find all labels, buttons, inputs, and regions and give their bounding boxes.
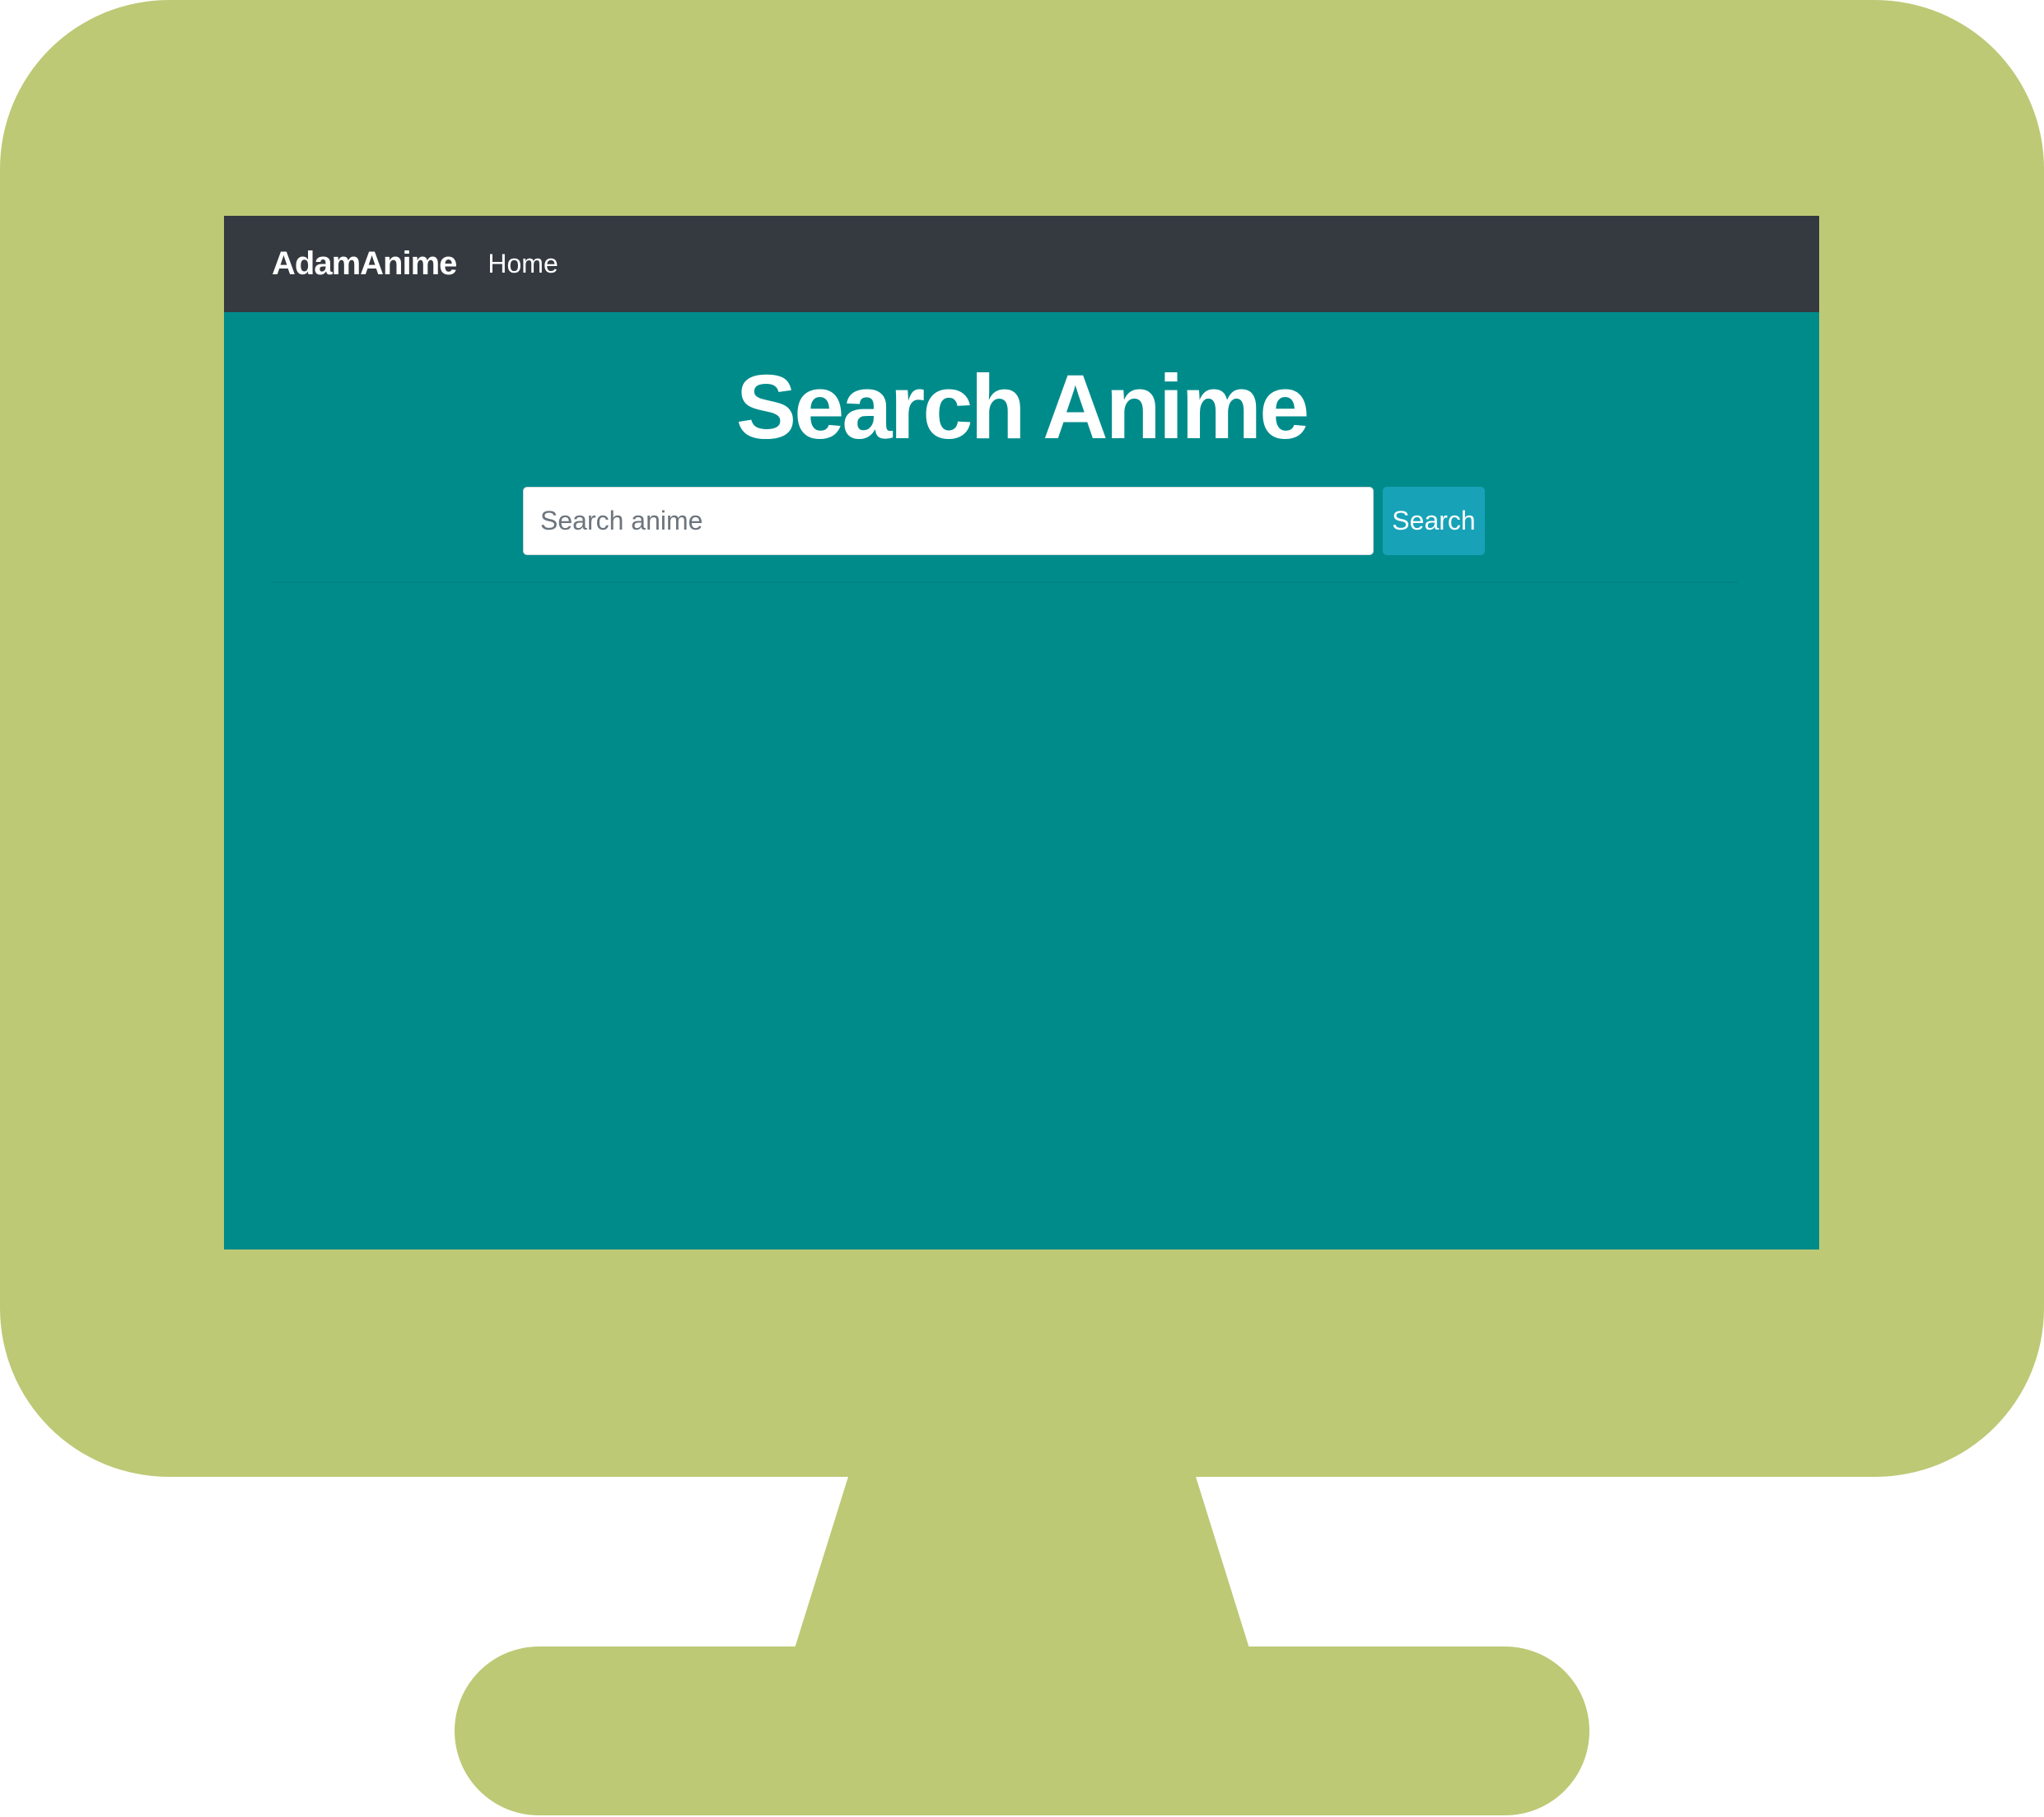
monitor-neck — [795, 1466, 1249, 1648]
search-input[interactable] — [523, 487, 1374, 555]
nav-link-home[interactable]: Home — [488, 249, 558, 279]
navbar: AdamAnime Home — [224, 216, 1819, 312]
page-title: Search Anime — [735, 357, 1310, 458]
brand-link[interactable]: AdamAnime — [272, 245, 457, 283]
search-button[interactable]: Search — [1383, 487, 1485, 555]
search-form: Search — [523, 487, 1485, 555]
monitor-illustration: AdamAnime Home Search Anime Search — [0, 0, 2044, 1817]
monitor-base — [455, 1647, 1589, 1815]
browser-screen: AdamAnime Home Search Anime Search — [224, 216, 1819, 1249]
divider — [272, 582, 1738, 583]
